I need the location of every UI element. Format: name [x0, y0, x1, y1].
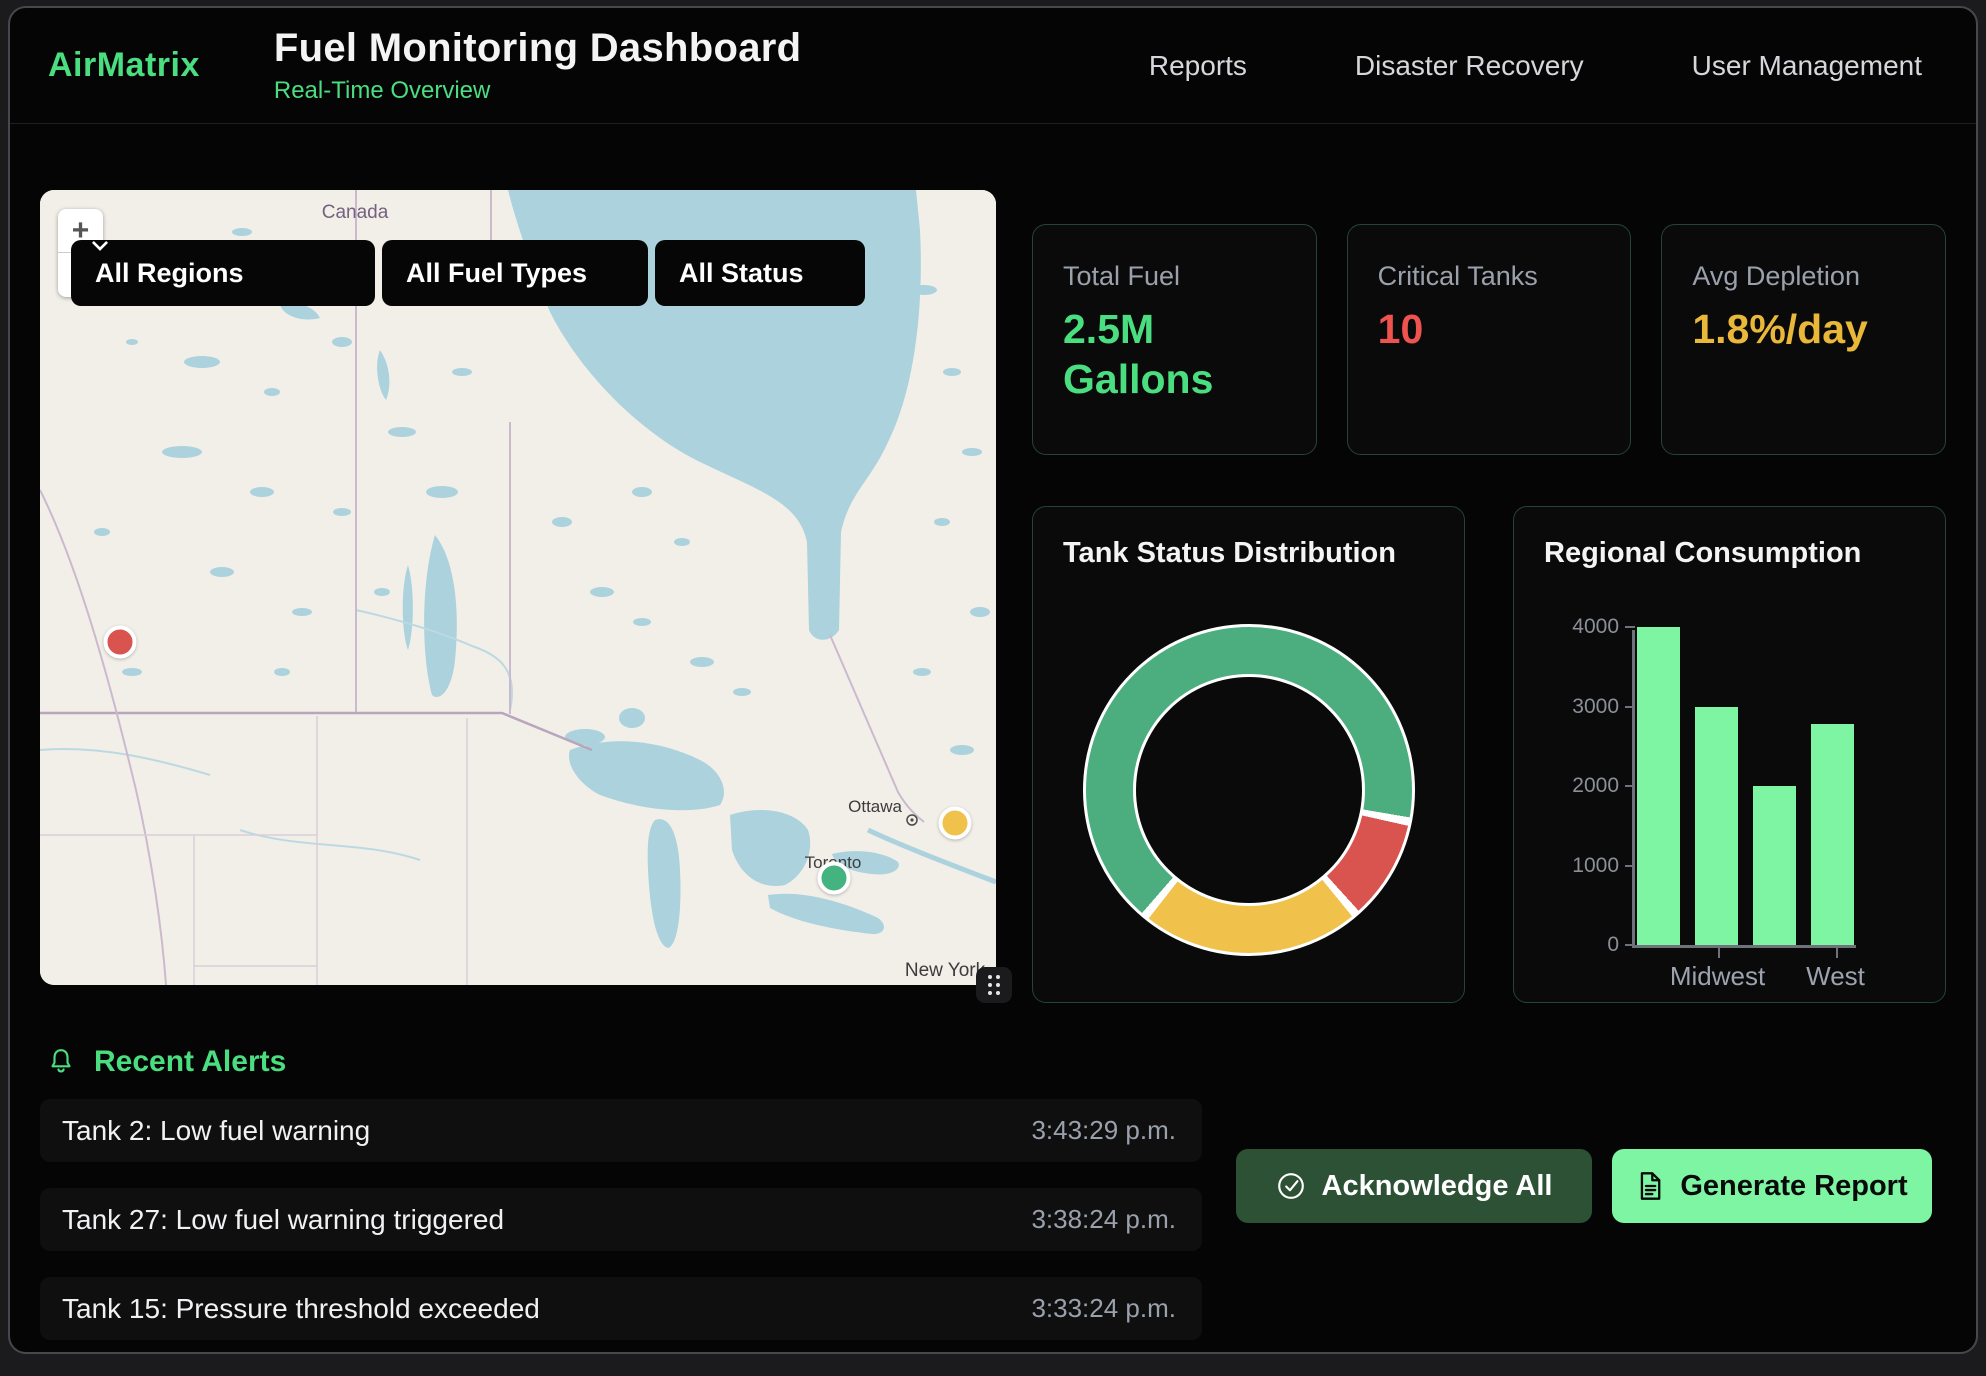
bar-series — [1637, 630, 1854, 945]
map-label-ottawa: Ottawa — [848, 797, 902, 816]
alert-row[interactable]: Tank 27: Low fuel warning triggered 3:38… — [40, 1188, 1202, 1251]
acknowledge-all-button[interactable]: Acknowledge All — [1236, 1149, 1592, 1223]
region-filter-value: All Regions — [95, 258, 244, 289]
bar — [1811, 724, 1854, 945]
title-block: Fuel Monitoring Dashboard Real-Time Over… — [274, 26, 801, 105]
stat-card-avg-depletion: Avg Depletion 1.8%/​day — [1661, 224, 1946, 455]
stats-row: Total Fuel 2.5M Gallons Critical Tanks 1… — [1032, 224, 1946, 455]
recent-alerts-panel: Recent Alerts Tank 2: Low fuel warning 3… — [40, 1045, 1202, 1354]
donut-chart-title: Tank Status Distribution — [1063, 537, 1434, 570]
y-axis-tick-label: 3000 — [1539, 695, 1619, 719]
generate-report-label: Generate Report — [1680, 1170, 1907, 1203]
generate-report-button[interactable]: Generate Report — [1612, 1149, 1932, 1223]
stat-label: Critical Tanks — [1378, 261, 1601, 292]
stat-card-total-fuel: Total Fuel 2.5M Gallons — [1032, 224, 1317, 455]
y-axis-tick-label: 2000 — [1539, 774, 1619, 798]
alert-message: Tank 27: Low fuel warning triggered — [62, 1204, 504, 1236]
stat-value: 2.5M Gallons — [1063, 304, 1243, 404]
chevron-down-icon — [91, 240, 109, 251]
app-logo: AirMatrix — [48, 46, 200, 85]
map-label-canada: Canada — [322, 202, 389, 223]
bell-icon — [46, 1046, 76, 1078]
alerts-heading: Recent Alerts — [46, 1045, 1202, 1079]
actions: Acknowledge All Generate Report — [1236, 1045, 1932, 1354]
main-nav: Reports Disaster Recovery User Managemen… — [1149, 50, 1922, 82]
alert-message: Tank 2: Low fuel warning — [62, 1115, 370, 1147]
charts-row: Tank Status Distribution Regional Consum… — [1032, 506, 1946, 1003]
dashboard-frame: AirMatrix Fuel Monitoring Dashboard Real… — [8, 6, 1978, 1354]
x-axis-tick-label: Midwest — [1670, 961, 1765, 992]
stat-label: Avg Depletion — [1692, 261, 1915, 292]
map-canvas[interactable]: Canada Ottawa Toronto New York + − All R… — [40, 190, 996, 985]
map-label-new-york: New York — [905, 960, 986, 981]
map-graphic: Canada Ottawa Toronto New York — [40, 190, 996, 985]
header: AirMatrix Fuel Monitoring Dashboard Real… — [10, 8, 1976, 124]
stat-value: 1.8%/​day — [1692, 304, 1872, 354]
page-subtitle: Real-Time Overview — [274, 77, 801, 105]
bar-chart-title: Regional Consumption — [1544, 537, 1915, 570]
nav-item-user-management[interactable]: User Management — [1692, 50, 1922, 82]
tank-status-card: Tank Status Distribution — [1032, 506, 1465, 1003]
page-title: Fuel Monitoring Dashboard — [274, 26, 801, 71]
stat-value: 10 — [1378, 304, 1558, 354]
status-filter-dropdown[interactable]: All Status — [655, 240, 865, 306]
donut-chart — [1083, 624, 1415, 956]
map-marker-normal[interactable] — [818, 861, 851, 894]
y-axis-tick-label: 4000 — [1539, 615, 1619, 639]
nav-item-disaster-recovery[interactable]: Disaster Recovery — [1355, 50, 1584, 82]
acknowledge-all-label: Acknowledge All — [1322, 1170, 1553, 1203]
region-filter-dropdown[interactable]: All Regions — [71, 240, 375, 306]
check-circle-icon — [1276, 1171, 1306, 1201]
regional-consumption-card: Regional Consumption 01000200030004000Mi… — [1513, 506, 1946, 1003]
alert-time: 3:43:29 p.m. — [1031, 1115, 1176, 1146]
document-icon — [1636, 1171, 1664, 1201]
fuel-type-filter-dropdown[interactable]: All Fuel Types — [382, 240, 648, 306]
map-resize-handle[interactable] — [976, 967, 1012, 1003]
y-axis-tick-label: 1000 — [1539, 854, 1619, 878]
y-axis-tick-label: 0 — [1539, 933, 1619, 957]
bar — [1695, 707, 1738, 946]
bottom-section: Recent Alerts Tank 2: Low fuel warning 3… — [10, 1045, 1976, 1354]
alert-row[interactable]: Tank 2: Low fuel warning 3:43:29 p.m. — [40, 1099, 1202, 1162]
alert-row[interactable]: Tank 15: Pressure threshold exceeded 3:3… — [40, 1277, 1202, 1340]
map-marker-critical[interactable] — [104, 626, 137, 659]
donut-hole — [1133, 674, 1365, 906]
alert-message: Tank 15: Pressure threshold exceeded — [62, 1293, 540, 1325]
stat-card-critical-tanks: Critical Tanks 10 — [1347, 224, 1632, 455]
x-axis-tick-label: West — [1806, 961, 1865, 992]
map-marker-warning[interactable] — [938, 806, 971, 839]
map-filters: All Regions All Fuel Types All Status — [71, 240, 865, 306]
nav-item-reports[interactable]: Reports — [1149, 50, 1247, 82]
alert-time: 3:33:24 p.m. — [1031, 1293, 1176, 1324]
alerts-heading-text: Recent Alerts — [94, 1045, 286, 1079]
map-panel: Canada Ottawa Toronto New York + − All R… — [40, 190, 996, 985]
alert-time: 3:38:24 p.m. — [1031, 1204, 1176, 1235]
bar — [1637, 627, 1680, 945]
right-column: Total Fuel 2.5M Gallons Critical Tanks 1… — [1032, 190, 1946, 1003]
content: Canada Ottawa Toronto New York + − All R… — [10, 124, 1976, 1003]
bar — [1753, 786, 1796, 945]
bar-chart: 01000200030004000MidwestWest — [1632, 630, 1856, 948]
fuel-type-filter-value: All Fuel Types — [406, 258, 587, 289]
stat-label: Total Fuel — [1063, 261, 1286, 292]
status-filter-value: All Status — [679, 258, 804, 289]
